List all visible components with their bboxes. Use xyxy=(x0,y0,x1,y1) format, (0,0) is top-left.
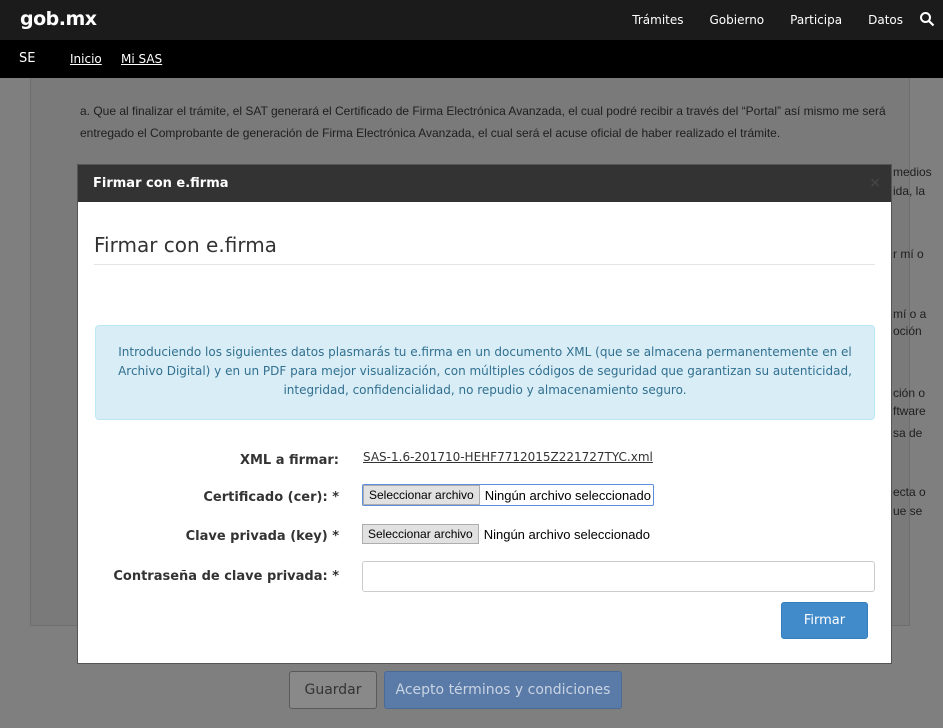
cer-file-input[interactable]: Seleccionar archivo Ningún archivo selec… xyxy=(362,484,654,506)
key-label: Clave privada (key) * xyxy=(185,529,339,544)
nav-datos[interactable]: Datos xyxy=(868,13,903,27)
nav-participa[interactable]: Participa xyxy=(790,13,842,27)
search-icon[interactable] xyxy=(919,11,935,27)
modal-heading: Firmar con e.firma xyxy=(94,233,277,257)
background-edge-text: ecta o xyxy=(893,485,926,499)
nav-tramites[interactable]: Trámites xyxy=(632,13,683,27)
background-paragraph: a. Que al finalizar el trámite, el SAT g… xyxy=(80,104,886,140)
background-edge-text: ue se xyxy=(893,504,923,518)
firmar-button[interactable]: Firmar xyxy=(781,602,868,639)
sub-navbar: SE Inicio Mi SAS xyxy=(0,40,943,78)
link-mi-sas[interactable]: Mi SAS xyxy=(121,52,162,66)
info-alert: Introduciendo los siguientes datos plasm… xyxy=(95,325,875,420)
sign-modal: Firmar con e.firma × Firmar con e.firma … xyxy=(77,164,892,664)
password-label: Contraseña de clave privada: * xyxy=(113,569,339,584)
divider xyxy=(94,264,875,265)
key-file-input[interactable]: Seleccionar archivo Ningún archivo selec… xyxy=(362,523,650,545)
background-edge-text: sa de xyxy=(893,426,923,440)
brand-logo[interactable]: gob.mx xyxy=(20,8,97,30)
background-edge-text: medios xyxy=(893,165,932,179)
key-file-status: Ningún archivo seleccionado xyxy=(483,526,650,542)
background-edge-text: mí o a xyxy=(893,307,927,321)
cer-label: Certificado (cer): * xyxy=(203,490,339,505)
link-inicio[interactable]: Inicio xyxy=(70,52,102,66)
modal-header-title: Firmar con e.firma xyxy=(93,176,229,191)
xml-file-link[interactable]: SAS-1.6-201710-HEHF7712015Z221727TYC.xml xyxy=(363,450,653,464)
password-input[interactable] xyxy=(362,561,875,592)
background-edge-text: oción xyxy=(893,324,922,338)
background-edge-text: ida, la xyxy=(893,184,926,198)
close-icon[interactable]: × xyxy=(869,175,881,191)
xml-label: XML a firmar: xyxy=(239,453,339,468)
background-edge-text: ción o xyxy=(893,386,926,400)
nav-gobierno[interactable]: Gobierno xyxy=(710,13,765,27)
background-edge-text: r mí o xyxy=(893,247,924,261)
key-select-button[interactable]: Seleccionar archivo xyxy=(362,524,479,544)
cer-select-button[interactable]: Seleccionar archivo xyxy=(363,485,480,505)
cer-file-status: Ningún archivo seleccionado xyxy=(484,487,651,503)
guardar-button[interactable]: Guardar xyxy=(289,671,377,709)
top-nav-links: Trámites Gobierno Participa Datos xyxy=(632,13,903,27)
subbar-prefix: SE xyxy=(19,51,36,66)
background-edge-text: ftware xyxy=(893,404,926,418)
accept-terms-button[interactable]: Acepto términos y condiciones xyxy=(384,671,622,709)
modal-header: Firmar con e.firma × xyxy=(78,165,891,202)
top-navbar: gob.mx Trámites Gobierno Participa Datos xyxy=(0,0,943,40)
